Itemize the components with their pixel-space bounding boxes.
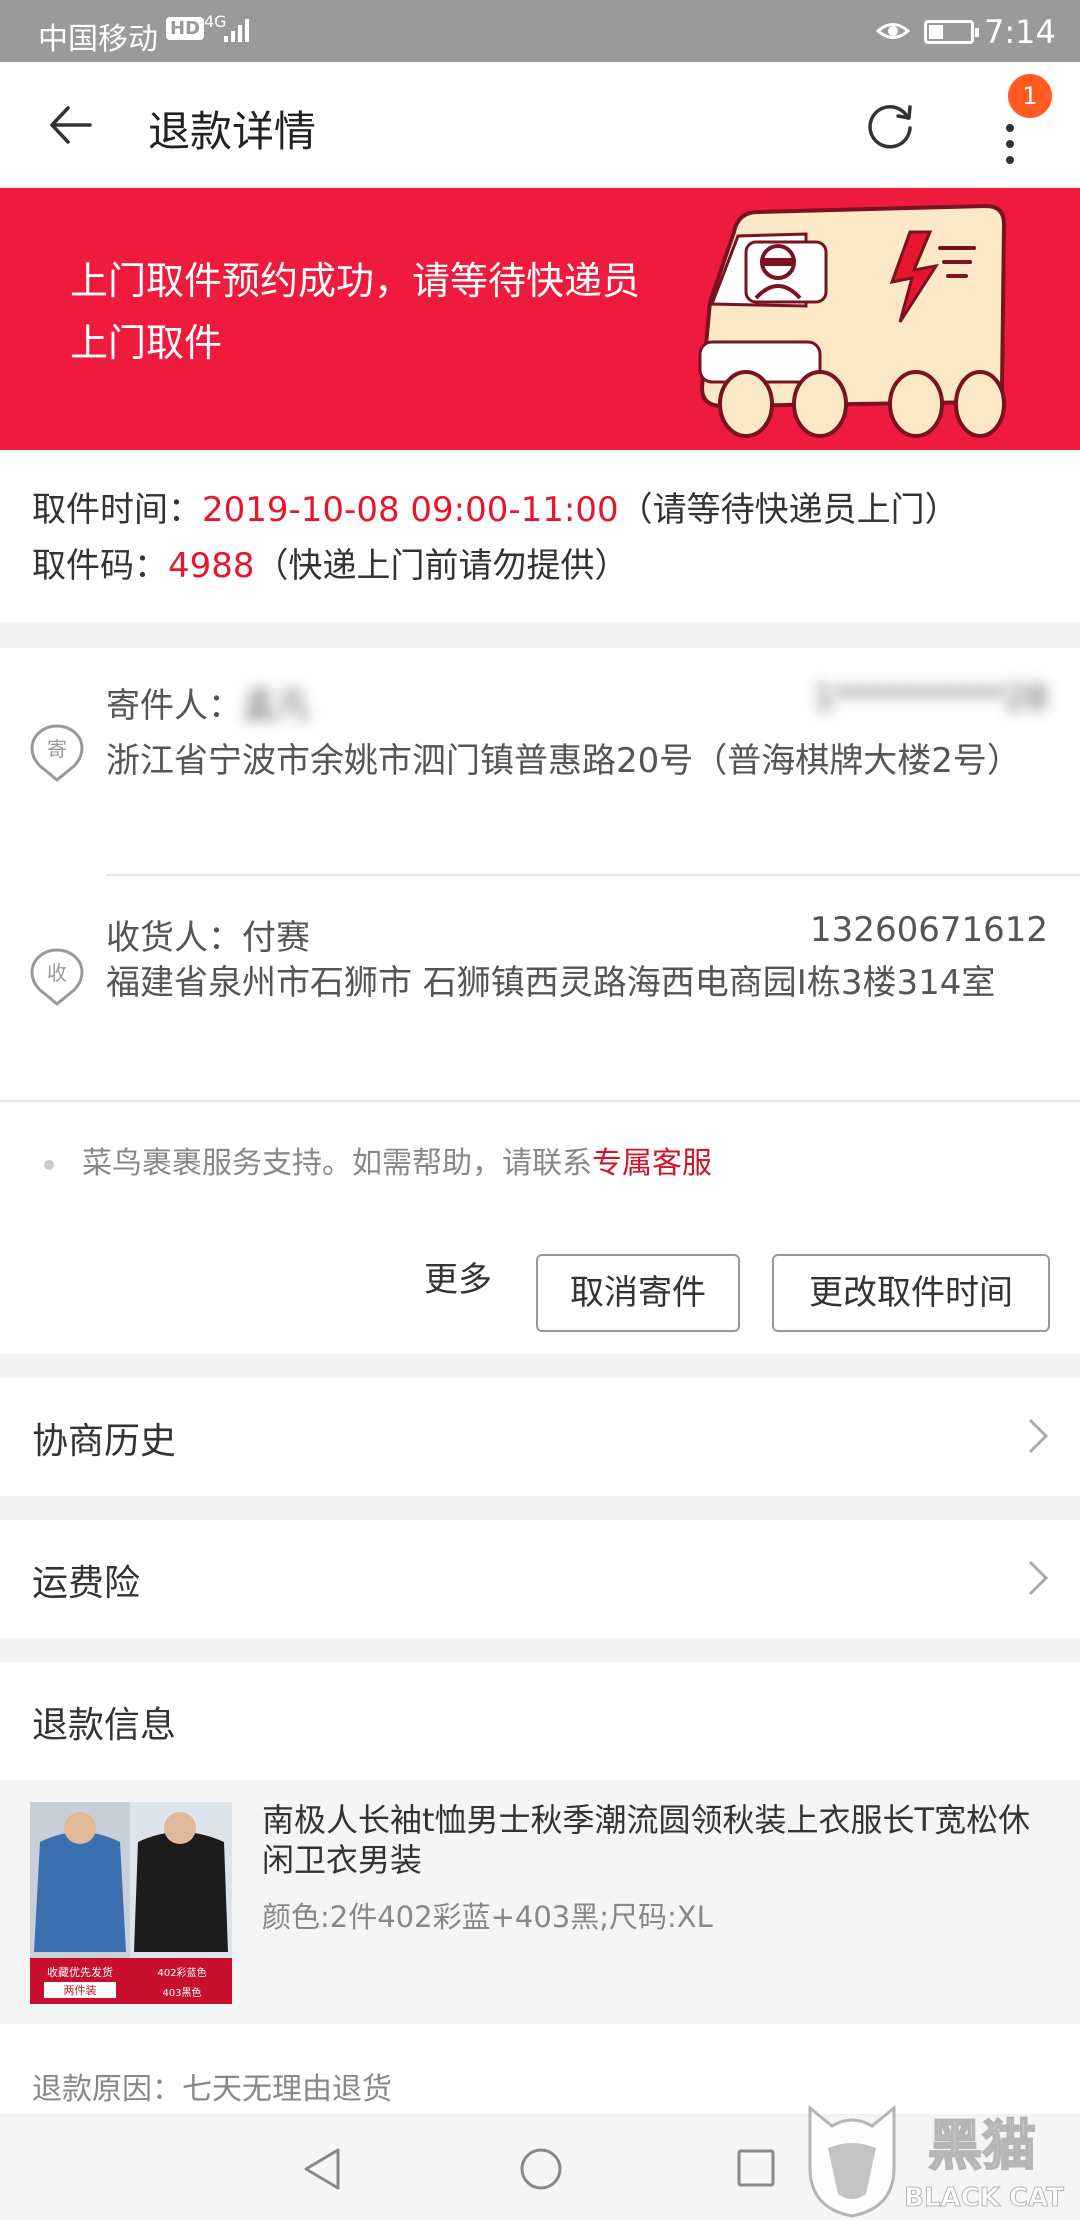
status-bar: 中国移动 HD 4G 7:14 xyxy=(0,0,1080,62)
signal-icon xyxy=(224,19,249,42)
svg-text:两件装: 两件装 xyxy=(64,1984,97,1997)
negotiation-history-row[interactable]: 协商历史 xyxy=(0,1378,1080,1496)
notification-badge: 1 xyxy=(1008,74,1052,118)
sender-address: 浙江省宁波市余姚市泗门镇普惠路20号（普海棋牌大楼2号） xyxy=(106,741,1021,781)
pickup-time-value: 2019-10-08 09:00-11:00 xyxy=(202,490,619,530)
pickup-code-note: （快递上门前请勿提供） xyxy=(254,546,629,586)
app-header: 退款详情 1 xyxy=(0,62,1080,186)
receiver-pin-icon: 收 xyxy=(30,948,84,1006)
battery-icon xyxy=(924,20,979,44)
svg-text:403黑色: 403黑色 xyxy=(162,1986,201,1999)
pickup-code-label: 取件码： xyxy=(32,546,168,586)
freight-insurance-row[interactable]: 运费险 xyxy=(0,1520,1080,1638)
pickup-success-banner: 上门取件预约成功，请等待快递员上门取件 xyxy=(0,188,1080,450)
product-name: 南极人长袖t恤男士秋季潮流圆领秋装上衣服长T宽松休闲卫衣男装 xyxy=(262,1801,1031,1879)
nav-back-icon[interactable] xyxy=(300,2146,344,2192)
negotiation-history-label: 协商历史 xyxy=(32,1421,177,1462)
change-pickup-time-button[interactable]: 更改取件时间 xyxy=(772,1254,1050,1332)
refund-info-title: 退款信息 xyxy=(32,1705,177,1746)
black-cat-watermark-logo: 黑猫 BLACK CAT xyxy=(808,2104,1065,2218)
svg-text:寄: 寄 xyxy=(47,737,67,761)
svg-text:BLACK CAT: BLACK CAT xyxy=(904,2183,1064,2213)
svg-text:402彩蓝色: 402彩蓝色 xyxy=(157,1966,206,1979)
pickup-time-label: 取件时间： xyxy=(32,490,202,530)
bullet-dot xyxy=(44,1159,54,1170)
receiver-phone: 13260671612 xyxy=(810,910,1048,950)
more-actions-button[interactable]: 更多 xyxy=(424,1252,492,1301)
svg-text:收: 收 xyxy=(47,961,67,985)
pickup-code-value: 4988 xyxy=(168,546,255,586)
refund-reason: 退款原因：七天无理由退货 xyxy=(32,2072,392,2107)
chevron-right-icon xyxy=(1028,1418,1049,1454)
service-divider xyxy=(0,1100,1080,1102)
refresh-icon[interactable] xyxy=(862,98,918,154)
receiver-label: 收货人：付赛 xyxy=(106,918,310,958)
sender-name: 孟凡 xyxy=(242,686,310,726)
service-text: 菜鸟裹裹服务支持。如需帮助，请联系 xyxy=(82,1146,592,1181)
chevron-right-icon xyxy=(1028,1560,1049,1596)
address-card: 寄 寄件人：孟凡 1**********28 浙江省宁波市余姚市泗门镇普惠路20… xyxy=(0,648,1080,1354)
back-arrow-icon[interactable] xyxy=(44,100,100,150)
pickup-code-row: 取件码：4988（快递上门前请勿提供） xyxy=(32,538,629,587)
page-title: 退款详情 xyxy=(148,107,317,156)
pickup-time-row: 取件时间：2019-10-08 09:00-11:00（请等待快递员上门） xyxy=(32,482,959,531)
more-menu-icon[interactable] xyxy=(1002,106,1018,166)
customer-service-link[interactable]: 专属客服 xyxy=(592,1146,712,1181)
sender-label: 寄件人：孟凡 xyxy=(106,686,310,726)
nav-recents-icon[interactable] xyxy=(736,2148,776,2188)
service-note: 菜鸟裹裹服务支持。如需帮助，请联系专属客服 xyxy=(44,1138,712,1182)
carrier-name: 中国移动 xyxy=(38,22,158,57)
svg-text:收藏优先发货: 收藏优先发货 xyxy=(47,1965,113,1979)
receiver-address: 福建省泉州市石狮市 石狮镇西灵路海西电商园I栋3楼314室 xyxy=(106,963,996,1003)
banner-message: 上门取件预约成功，请等待快递员上门取件 xyxy=(70,259,641,365)
eye-comfort-icon xyxy=(876,23,910,39)
pickup-time-note: （请等待快递员上门） xyxy=(618,490,959,530)
freight-insurance-label: 运费险 xyxy=(32,1563,141,1604)
delivery-truck-illustration xyxy=(698,203,1007,438)
nav-home-icon[interactable] xyxy=(518,2146,564,2192)
address-divider xyxy=(106,874,1080,876)
product-thumbnail: 收藏优先发货 两件装 402彩蓝色 403黑色 xyxy=(30,1802,232,2004)
product-item[interactable]: 收藏优先发货 两件装 402彩蓝色 403黑色 南极人长袖t恤男士秋季潮流圆领秋… xyxy=(0,1780,1080,2024)
refund-info-header: 退款信息 xyxy=(0,1662,1080,1780)
cancel-pickup-button[interactable]: 取消寄件 xyxy=(536,1254,740,1332)
receiver-name: 付赛 xyxy=(242,918,310,958)
sender-phone: 1**********28 xyxy=(813,678,1048,718)
hd-indicator: HD xyxy=(166,17,205,40)
pickup-info: 取件时间：2019-10-08 09:00-11:00（请等待快递员上门） 取件… xyxy=(0,452,1080,622)
svg-text:黑猫: 黑猫 xyxy=(928,2114,1036,2177)
product-spec: 颜色:2件402彩蓝+403黑;尺码:XL xyxy=(262,1900,713,1934)
clock: 7:14 xyxy=(984,13,1056,51)
sender-pin-icon: 寄 xyxy=(30,724,84,782)
